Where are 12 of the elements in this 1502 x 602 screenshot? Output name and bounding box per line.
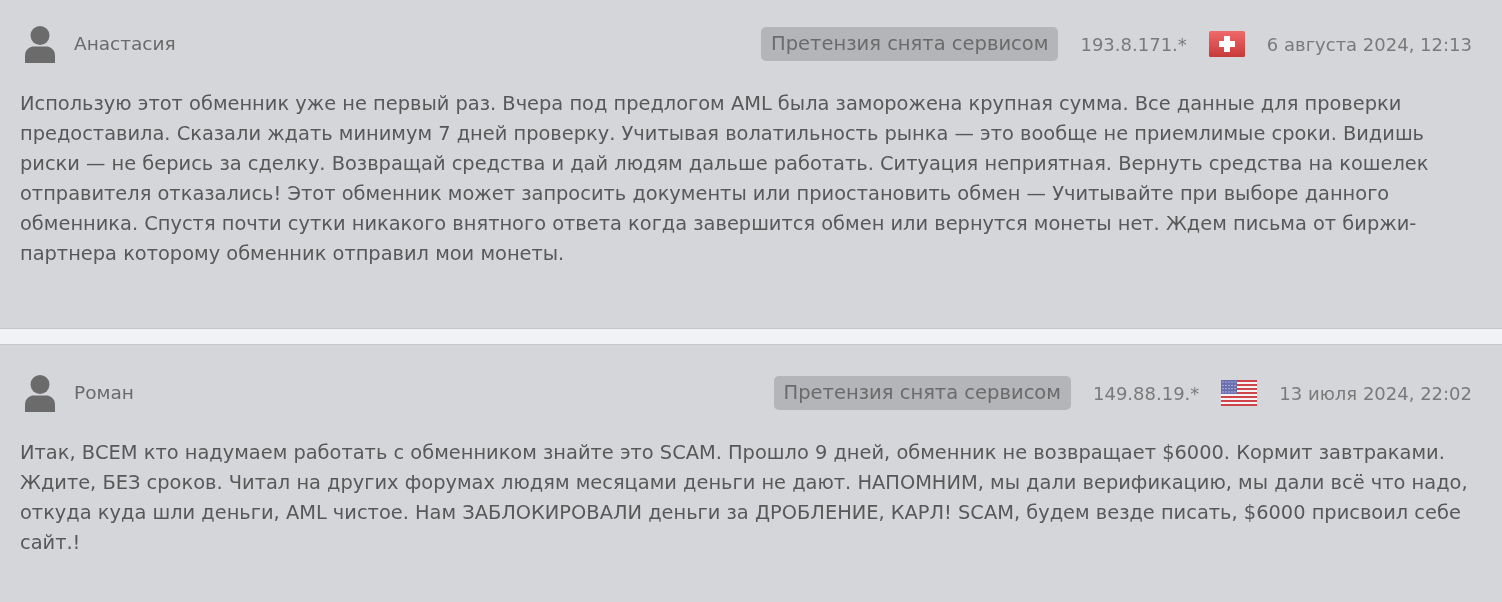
claim-status-badge: Претензия снята сервисом: [761, 27, 1059, 61]
ip-address: 149.88.19.*: [1093, 381, 1200, 406]
review-text: Итак, ВСЕМ кто надумаем работать с обменником знайте это SCAM. Прошло 9 дней, обменник не возвращает $6000. Кормит завтраками. Ждите, БЕЗ сроков. Читал на других форумах людям месяцами деньги не дают. НАПОМНИМ, мы дали верификацию, мы дали всё что надо, откуда куда шли деньги, AML чистое. Нам ЗАБЛОКИРОВАЛИ деньги за ДРОБЛЕНИЕ, КАРЛ! SCAM, будем везде писать, $6000 присвоил себе сайт.!: [20, 440, 1469, 556]
user-silhouette-icon: [25, 374, 55, 412]
author-name: Анастасия: [74, 32, 176, 57]
review-text: Использую этот обменник уже не первый раз. Вчера под предлогом AML была заморожена крупная сумма. Все данные для проверки предоставила. Сказали ждать минимум 7 дней проверку. Учитывая волатильность рынка — это вообще не приемлимые сроки. Видишь риски — не берись за сделку. Возвращай средства и дай людям дальше работать. Ситуация неприятная. Вернуть средства на кошелек отправителя отказались! Этот обменник может запросить документы или приостановить обмен — Учитывайте при выборе данного обменника. Спустя почти сутки никакого внятного ответа когда завершится обмен или вернутся монеты нет. Ждем письма от биржи-партнера которому обменник отправил мои монеты.: [20, 91, 1430, 267]
user-silhouette-icon: [25, 25, 55, 63]
review-date: 6 августа 2024, 12:13: [1266, 32, 1472, 57]
author-name: Роман: [74, 381, 134, 406]
review-date: 13 июля 2024, 22:02: [1279, 381, 1472, 406]
ip-address: 193.8.171.*: [1080, 32, 1187, 57]
claim-status-badge: Претензия снята сервисом: [773, 376, 1071, 410]
